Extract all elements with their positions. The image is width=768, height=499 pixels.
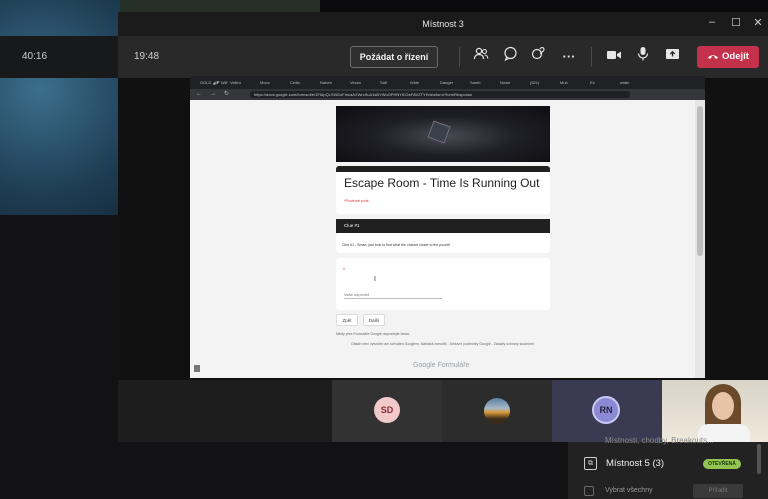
camera-icon[interactable] [603,46,625,68]
browser-tab[interactable]: GOLD ◢ ◤ Wilf [200,78,228,87]
answer-input-underline [344,298,442,299]
more-icon[interactable]: ··· [558,46,580,68]
panel-scrollbar[interactable] [757,444,761,474]
window-title-bar: Místnost 3 – ☐ ✕ [118,12,768,36]
maximize-button[interactable]: ☐ [728,16,744,29]
browser-tab[interactable]: Es [590,78,618,87]
camera-icon-glyph [607,51,621,59]
browser-tab[interactable]: Monv [260,78,288,87]
browser-tab[interactable]: Wide [410,78,438,87]
browser-tab[interactable]: Samb [470,78,498,87]
window-title: Místnost 3 [422,19,464,29]
browser-url[interactable]: https://docs.google.com/forms/d/e/1FAIpQ… [250,91,630,98]
avatar-sd: SD [374,397,400,423]
chat-icon-glyph [503,46,517,62]
reload-icon[interactable]: ↻ [224,89,229,100]
chat-icon[interactable] [499,46,521,68]
main-meeting-toolbar-strip [0,36,118,78]
required-note: *Povinné pole [344,198,369,203]
main-meeting-timer: 40:16 [22,51,48,62]
close-button[interactable]: ✕ [750,16,766,29]
page-scrollbar-thumb[interactable] [697,106,703,256]
report-icon[interactable] [194,365,200,372]
share-screen-icon-glyph [665,49,679,59]
mouse-cursor-icon: I [374,276,376,283]
avatar-image [484,398,510,424]
minimize-button[interactable]: – [704,16,720,28]
question-card [336,258,550,310]
browser-tab[interactable]: Danger [440,78,468,87]
form-title: Escape Room - Time Is Running Out [344,176,540,190]
browser-tab[interactable]: Cedic [290,78,318,87]
browser-tab[interactable]: Velkhr [230,78,258,87]
reactions-icon-glyph [531,47,545,60]
people-icon-glyph [473,47,489,60]
participant-video-face [712,392,734,420]
people-icon[interactable] [470,46,492,68]
forward-arrow-icon[interactable]: → [210,89,216,100]
select-all-checkbox[interactable] [584,486,594,496]
browser-tab[interactable]: Safi [380,78,408,87]
browser-tab[interactable]: Naheh [320,78,348,87]
form-footer-note: Obsah není vytvořen ani schválen Googlem… [350,342,535,346]
breakout-item-partial: Místnosti, chodby, Breakouts... [605,436,714,445]
select-all-label[interactable]: Vybrat všechny [605,487,653,494]
room-status-badge: OTEVŘENÁ [703,459,741,469]
browser-tab[interactable]: wider [620,78,648,87]
leave-button[interactable]: Odejít [697,46,759,68]
room-name[interactable]: Místnost 5 (3) [606,458,664,469]
section-description: Clue #1 - Smart, just look to find what … [342,243,451,247]
browser-tab[interactable]: Nowe [500,78,528,87]
toolbar-divider [459,47,460,67]
microphone-icon[interactable] [632,46,654,68]
form-title-card [336,166,550,214]
room-icon: ⧉ [584,457,597,470]
request-control-button[interactable]: Požádat o řízení [350,46,438,68]
google-forms-logo: Google Formuláře [413,362,470,369]
browser-tab[interactable]: Vecen [350,78,378,87]
microphone-icon-glyph [637,47,649,61]
back-button[interactable]: Zpět [336,314,358,326]
toolbar-divider [591,47,592,67]
reactions-icon[interactable] [528,46,550,68]
meeting-timer: 19:48 [134,51,160,62]
browser-tab[interactable]: (521) [530,78,558,87]
password-warning: Nikdy přes Formuláře Google neposílejte … [336,332,410,336]
hang-up-icon [708,55,719,59]
avatar-rn: RN [592,396,620,424]
required-star: * [343,268,345,274]
next-button[interactable]: Další [363,314,385,326]
browser-tab[interactable]: Muh [560,78,588,87]
section-title: Clue #1 [336,219,550,233]
assign-button[interactable]: Přiřadit [693,484,743,498]
back-arrow-icon[interactable]: ← [196,89,202,100]
answer-input[interactable]: Vaše odpověď [344,292,370,297]
share-screen-icon[interactable] [661,46,683,68]
leave-label: Odejít [722,51,749,62]
